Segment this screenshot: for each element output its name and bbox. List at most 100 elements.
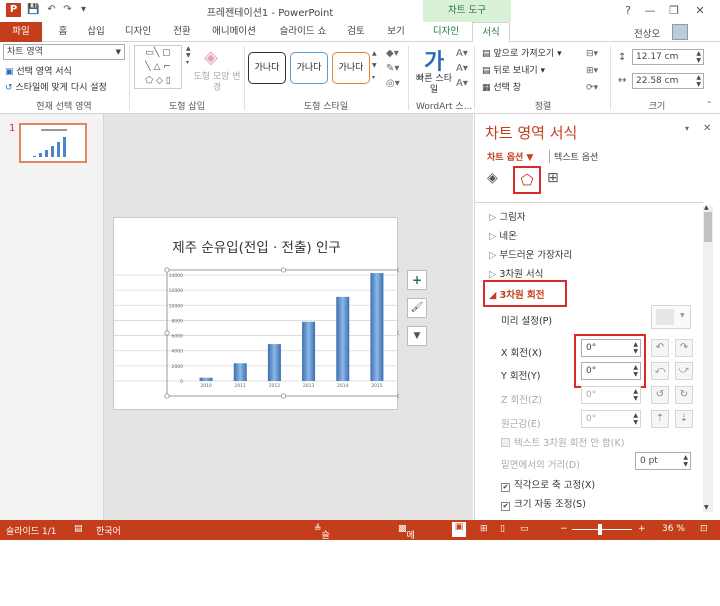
spinner-icon[interactable]: ▲ ▼ <box>633 364 638 378</box>
size-properties-icon[interactable]: ⊞ <box>547 170 559 186</box>
presets-dropdown[interactable]: ▼ <box>651 305 691 329</box>
spinner-icon[interactable]: ▲ ▼ <box>633 341 638 355</box>
chart-styles-brush-icon[interactable]: 🖌 <box>407 298 427 318</box>
language-indicator[interactable]: 한국어 <box>96 524 121 537</box>
quick-styles-button[interactable]: 빠른 스타일 <box>414 74 454 96</box>
reading-view-icon[interactable]: ▯ <box>500 524 505 534</box>
rotate-counterclockwise-icon[interactable]: ↺ <box>651 386 669 404</box>
comments-button[interactable]: ▩ 메모 <box>398 524 415 554</box>
height-field[interactable]: 12.17 cm ▲ ▼ <box>632 49 704 65</box>
tab-insert[interactable]: 삽입 <box>80 22 112 42</box>
comments-label: 메모 <box>406 531 415 554</box>
slide-thumbnail-1[interactable] <box>19 123 87 163</box>
save-icon[interactable]: 💾 <box>26 3 41 17</box>
section-soft-edges[interactable]: ▷ 부드러운 가장자리 <box>489 247 572 261</box>
restore-button[interactable]: ❐ <box>664 3 684 19</box>
spinner-icon[interactable]: ▲ ▼ <box>633 412 638 426</box>
slideshow-view-icon[interactable]: ▭ <box>520 524 529 534</box>
user-name[interactable]: 전상오 <box>634 26 660 40</box>
shape-styles-scroll[interactable]: ▲ ▼ ▾ <box>372 48 377 84</box>
pane-options-icon[interactable]: ▾ <box>685 124 689 133</box>
selection-pane-button[interactable]: ▦ 선택 창 <box>482 80 521 93</box>
change-shape-button[interactable]: 도형 모양 변경 <box>193 72 241 94</box>
effects-pentagon-icon[interactable]: ⬠ <box>513 166 541 194</box>
right-angle-axes-checkbox[interactable]: ✔ 직각으로 축 고정(X) <box>501 477 595 492</box>
tab-animations[interactable]: 애니메이션 <box>204 22 264 42</box>
align-group-rotate-icons[interactable]: ⊟▾ ⊞▾ ⟳▾ <box>586 46 598 97</box>
zoom-in-icon[interactable]: + <box>638 524 646 534</box>
bring-forward-button[interactable]: ▤ 앞으로 가져오기 ▾ <box>482 46 562 59</box>
zoom-out-icon[interactable]: − <box>560 524 568 534</box>
tab-home[interactable]: 홈 <box>48 22 78 42</box>
fill-line-bucket-icon[interactable]: ◈ <box>487 170 498 186</box>
section-3d-rotation[interactable]: ◢ 3차원 회전 <box>489 287 545 301</box>
x-rotation-field[interactable]: 0° ▲ ▼ <box>581 339 641 357</box>
zoom-slider-track[interactable] <box>572 529 632 530</box>
close-button[interactable]: ✕ <box>690 3 710 19</box>
autoscale-checkbox[interactable]: ✔ 크기 자동 조정(S) <box>501 496 586 511</box>
y-rotation-field[interactable]: 0° ▲ ▼ <box>581 362 641 380</box>
shape-style-preset-2[interactable]: 가나다 <box>290 52 328 84</box>
z-rotation-field[interactable]: 0° ▲ ▼ <box>581 386 641 404</box>
tab-slideshow[interactable]: 슬라이드 쇼 <box>270 22 336 42</box>
perspective-field[interactable]: 0° ▲ ▼ <box>581 410 641 428</box>
tab-transitions[interactable]: 전환 <box>164 22 200 42</box>
scrollbar-thumb[interactable] <box>704 212 712 242</box>
tab-view[interactable]: 보기 <box>376 22 416 42</box>
shape-style-preset-1[interactable]: 가나다 <box>248 52 286 84</box>
notes-button[interactable]: ≜ 슬라이드 노트 <box>314 524 330 606</box>
keep-text-flat-checkbox[interactable]: 텍스트 3차원 회전 안 함(K) <box>501 435 624 449</box>
normal-view-icon[interactable]: ▣ <box>452 522 466 537</box>
rotate-clockwise-icon[interactable]: ↻ <box>675 386 693 404</box>
shape-style-preset-3[interactable]: 가나다 <box>332 52 370 84</box>
checkbox-icon <box>501 438 510 447</box>
text-options-tab[interactable]: 텍스트 옵션 <box>549 150 598 163</box>
bar-chart[interactable]: 0 2000 4000 6000 8000 10000 12000 14000 2010 2011… <box>114 218 399 411</box>
slide-sorter-icon[interactable]: ⊞ <box>480 524 488 534</box>
shapes-gallery[interactable]: ▭╲ ▢ ╲ △ ⌐ ⬠ ◇ ▯ <box>134 45 182 89</box>
chart-options-tab[interactable]: 차트 옵션 ▼ <box>487 150 533 163</box>
distance-from-ground-field[interactable]: 0 pt ▲ ▼ <box>635 452 691 470</box>
format-selection-button[interactable]: ▣ 선택 영역 서식 <box>5 64 72 77</box>
section-shadow[interactable]: ▷ 그림자 <box>489 209 526 223</box>
chart-elements-button[interactable]: + <box>407 270 427 290</box>
width-field[interactable]: 22.58 cm ▲ ▼ <box>632 73 704 89</box>
pane-scrollbar[interactable]: ▲ ▼ <box>703 204 713 512</box>
tab-chart-format[interactable]: 서식 <box>472 22 510 43</box>
spinner-icon[interactable]: ▲ ▼ <box>633 388 638 402</box>
send-backward-button[interactable]: ▤ 뒤로 보내기 ▾ <box>482 63 545 76</box>
minimize-button[interactable]: — <box>640 3 660 19</box>
tab-chart-design[interactable]: 디자인 <box>424 22 468 42</box>
text-fill-outline-effects[interactable]: A▾ A▾ A▾ <box>456 46 468 91</box>
zoom-level[interactable]: 36 % <box>662 524 685 534</box>
rotate-right-icon[interactable]: ↷ <box>675 339 693 357</box>
zoom-slider-thumb[interactable] <box>598 524 602 535</box>
widen-field-icon[interactable]: ⇣ <box>675 410 693 428</box>
close-pane-icon[interactable]: ✕ <box>703 123 711 134</box>
rotate-down-icon[interactable]: ⤻ <box>675 362 693 380</box>
scroll-down-icon[interactable]: ▼ <box>704 504 709 511</box>
chart-filters-funnel-icon[interactable]: ▼ <box>407 326 427 346</box>
resize-handle <box>164 330 170 336</box>
slide[interactable]: 제주 순유입(전입 · 전출) 인구 0 2000 4000 6000 8000 1000… <box>113 217 399 411</box>
fit-to-window-icon[interactable]: ⊡ <box>700 524 708 534</box>
spellcheck-icon[interactable]: ▤ <box>74 524 83 534</box>
shape-fill-outline-effects[interactable]: ◆▾ ✎▾ ◎▾ <box>386 46 400 91</box>
section-glow[interactable]: ▷ 네온 <box>489 228 517 242</box>
rotate-left-icon[interactable]: ↶ <box>651 339 669 357</box>
spinner-icon[interactable]: ▲ ▼ <box>683 454 688 468</box>
undo-icon[interactable]: ↶ <box>44 3 59 17</box>
chart-element-combo[interactable]: 차트 영역 ▼ <box>3 44 125 60</box>
reset-to-match-style-button[interactable]: ↺ 스타일에 맞게 다시 설정 <box>5 80 107 93</box>
tab-file[interactable]: 파일 <box>0 22 42 42</box>
rotate-up-icon[interactable]: ⤺ <box>651 362 669 380</box>
narrow-field-icon[interactable]: ⇡ <box>651 410 669 428</box>
section-3d-format[interactable]: ▷ 3차원 서식 <box>489 266 543 280</box>
help-button[interactable]: ? <box>618 3 638 19</box>
avatar[interactable] <box>672 24 688 40</box>
tab-design[interactable]: 디자인 <box>116 22 160 42</box>
tab-review[interactable]: 검토 <box>340 22 372 42</box>
collapse-ribbon-icon[interactable]: ⌃ <box>706 100 713 109</box>
scroll-up-icon[interactable]: ▲ <box>704 204 709 211</box>
powerpoint-app-icon[interactable]: P <box>6 3 21 17</box>
